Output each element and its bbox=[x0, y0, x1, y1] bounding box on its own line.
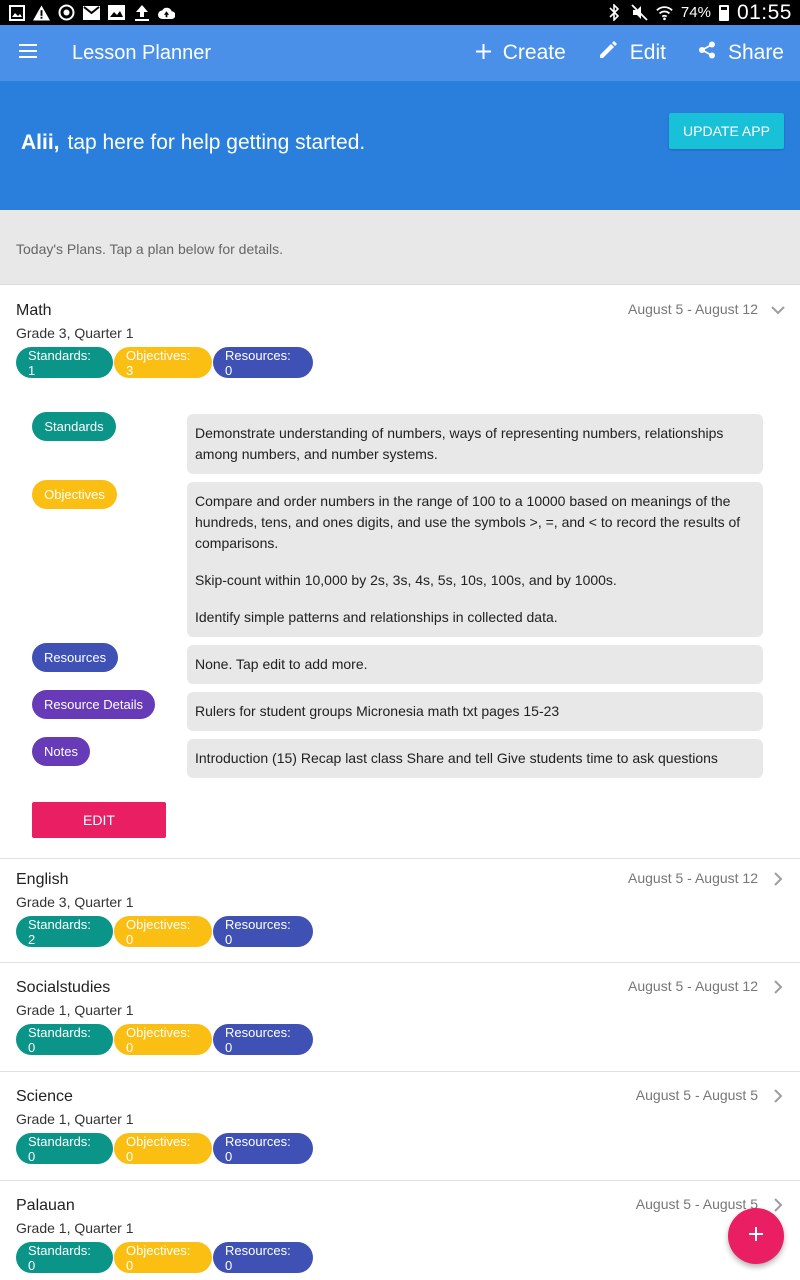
plan-dates: August 5 - August 5 bbox=[635, 1087, 758, 1103]
upload-icon bbox=[133, 4, 150, 21]
gallery-icon bbox=[108, 4, 125, 21]
plan-grade: Grade 3, Quarter 1 bbox=[16, 325, 134, 341]
edit-button[interactable]: Edit bbox=[582, 25, 682, 81]
notes-label: Notes bbox=[32, 737, 90, 766]
create-label: Create bbox=[502, 41, 566, 64]
chevron-right-icon[interactable] bbox=[770, 1088, 786, 1104]
plan-dates: August 5 - August 12 bbox=[628, 978, 758, 994]
standards-count-chip: Standards: 1 bbox=[16, 347, 113, 378]
plan-subject: Math bbox=[16, 302, 52, 319]
plan-dates: August 5 - August 12 bbox=[628, 870, 758, 886]
plus-icon bbox=[475, 41, 491, 65]
plan-card-palauan[interactable]: Palauan Grade 1, Quarter 1 August 5 - Au… bbox=[0, 1181, 800, 1280]
objective-item: Skip-count within 10,000 by 2s, 3s, 4s, … bbox=[195, 572, 617, 588]
battery-icon bbox=[718, 4, 729, 21]
share-icon bbox=[698, 41, 716, 65]
standards-count-chip: Standards: 2 bbox=[16, 916, 113, 947]
resource-details-text: Rulers for student groups Micronesia mat… bbox=[187, 692, 763, 731]
status-bar: 74% 01:55 bbox=[0, 0, 800, 25]
objectives-count-chip: Objectives: 3 bbox=[114, 347, 212, 378]
sync-icon bbox=[58, 4, 75, 21]
resource-details-label: Resource Details bbox=[32, 690, 155, 719]
update-app-button[interactable]: UPDATE APP bbox=[669, 113, 784, 149]
plan-grade: Grade 1, Quarter 1 bbox=[16, 1002, 134, 1018]
help-banner[interactable]: Alii, tap here for help getting started. … bbox=[0, 81, 800, 210]
image-icon bbox=[8, 4, 25, 21]
plan-grade: Grade 3, Quarter 1 bbox=[16, 894, 134, 910]
share-button[interactable]: Share bbox=[682, 25, 800, 81]
resources-count-chip: Resources: 0 bbox=[213, 1133, 313, 1164]
wifi-icon bbox=[656, 4, 673, 21]
plan-card-socialstudies[interactable]: Socialstudies Grade 1, Quarter 1 August … bbox=[0, 963, 800, 1072]
objectives-count-chip: Objectives: 0 bbox=[114, 1133, 212, 1164]
notes-text: Introduction (15) Recap last class Share… bbox=[187, 739, 763, 778]
objectives-count-chip: Objectives: 0 bbox=[114, 1242, 212, 1273]
resources-count-chip: Resources: 0 bbox=[213, 347, 313, 378]
plan-dates: August 5 - August 12 bbox=[628, 301, 758, 317]
app-title: Lesson Planner bbox=[72, 41, 211, 64]
menu-icon bbox=[19, 43, 37, 63]
clock: 01:55 bbox=[736, 0, 792, 24]
plan-card-science[interactable]: Science Grade 1, Quarter 1 August 5 - Au… bbox=[0, 1072, 800, 1181]
objectives-label: Objectives bbox=[32, 480, 117, 509]
plan-subject: Science bbox=[16, 1088, 73, 1105]
mute-icon bbox=[631, 4, 648, 21]
resources-count-chip: Resources: 0 bbox=[213, 1024, 313, 1055]
banner-help-text: tap here for help getting started. bbox=[67, 131, 366, 154]
chevron-right-icon[interactable] bbox=[770, 1197, 786, 1213]
plan-subject: English bbox=[16, 871, 69, 888]
create-button[interactable]: Create bbox=[460, 25, 582, 81]
menu-button[interactable] bbox=[0, 25, 56, 81]
today-plans-header: Today's Plans. Tap a plan below for deta… bbox=[0, 210, 800, 285]
objective-item: Identify simple patterns and relationshi… bbox=[195, 609, 558, 625]
plan-grade: Grade 1, Quarter 1 bbox=[16, 1220, 134, 1236]
resources-count-chip: Resources: 0 bbox=[213, 916, 313, 947]
chevron-right-icon[interactable] bbox=[770, 979, 786, 995]
cloud-upload-icon bbox=[158, 4, 175, 21]
plan-grade: Grade 1, Quarter 1 bbox=[16, 1111, 134, 1127]
bluetooth-icon bbox=[606, 4, 623, 21]
pencil-icon bbox=[598, 40, 618, 66]
standards-label: Standards bbox=[32, 412, 116, 441]
standards-count-chip: Standards: 0 bbox=[16, 1024, 113, 1055]
warning-icon bbox=[33, 4, 50, 21]
objectives-count-chip: Objectives: 0 bbox=[114, 916, 212, 947]
resources-count-chip: Resources: 0 bbox=[213, 1242, 313, 1273]
standards-count-chip: Standards: 0 bbox=[16, 1242, 113, 1273]
app-bar: Lesson Planner Create Edit Share bbox=[0, 25, 800, 81]
standards-count-chip: Standards: 0 bbox=[16, 1133, 113, 1164]
banner-message: Alii, tap here for help getting started. bbox=[21, 131, 365, 155]
plan-dates: August 5 - August 5 bbox=[635, 1196, 758, 1212]
objectives-box: Compare and order numbers in the range o… bbox=[187, 482, 763, 637]
plan-subject: Palauan bbox=[16, 1197, 75, 1214]
edit-plan-button[interactable]: EDIT bbox=[32, 802, 166, 838]
resources-text: None. Tap edit to add more. bbox=[187, 645, 763, 684]
plus-icon bbox=[749, 1226, 763, 1246]
plan-card-math[interactable]: Math Grade 3, Quarter 1 August 5 - Augus… bbox=[0, 286, 800, 859]
plan-subject: Socialstudies bbox=[16, 979, 111, 996]
add-plan-fab[interactable] bbox=[728, 1208, 784, 1264]
battery-percentage: 74% bbox=[680, 4, 711, 21]
chevron-down-icon[interactable] bbox=[770, 302, 786, 318]
plan-card-english[interactable]: English Grade 3, Quarter 1 August 5 - Au… bbox=[0, 859, 800, 963]
today-plans-text: Today's Plans. Tap a plan below for deta… bbox=[16, 241, 284, 257]
objectives-count-chip: Objectives: 0 bbox=[114, 1024, 212, 1055]
share-label: Share bbox=[727, 41, 784, 64]
edit-label: Edit bbox=[629, 41, 666, 64]
resources-label: Resources bbox=[32, 643, 118, 672]
chevron-right-icon[interactable] bbox=[770, 871, 786, 887]
standards-text: Demonstrate understanding of numbers, wa… bbox=[187, 414, 763, 474]
mail-icon bbox=[83, 4, 100, 21]
user-name: Alii, bbox=[21, 131, 60, 154]
objective-item: Compare and order numbers in the range o… bbox=[195, 493, 741, 551]
